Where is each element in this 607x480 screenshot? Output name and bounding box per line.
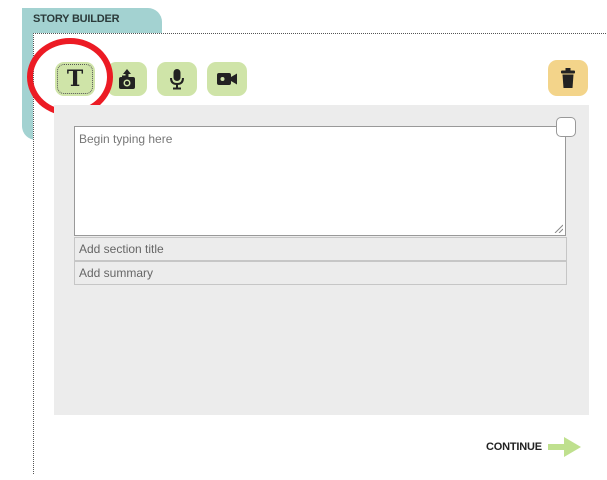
section-title-field[interactable]: Add section title — [74, 237, 567, 261]
editor-placeholder: Begin typing here — [79, 132, 173, 146]
camera-upload-icon — [119, 69, 135, 89]
resize-grip-icon[interactable] — [554, 224, 563, 233]
add-video-button[interactable] — [207, 62, 247, 96]
section-checkbox[interactable] — [556, 117, 576, 137]
text-editor[interactable]: Begin typing here — [74, 126, 566, 236]
delete-button[interactable] — [548, 60, 588, 96]
add-text-button[interactable]: T — [55, 62, 95, 96]
add-photo-button[interactable] — [107, 62, 147, 96]
continue-button[interactable]: CONTINUE — [486, 435, 582, 459]
summary-field[interactable]: Add summary — [74, 261, 567, 285]
trash-icon — [561, 68, 575, 88]
continue-label: CONTINUE — [486, 441, 542, 453]
text-t-icon: T — [66, 66, 84, 92]
add-audio-button[interactable] — [157, 62, 197, 96]
microphone-icon — [170, 69, 184, 90]
story-builder-title: STORY BUILDER — [33, 13, 120, 25]
video-camera-icon — [217, 73, 237, 85]
arrow-right-icon — [547, 437, 581, 457]
